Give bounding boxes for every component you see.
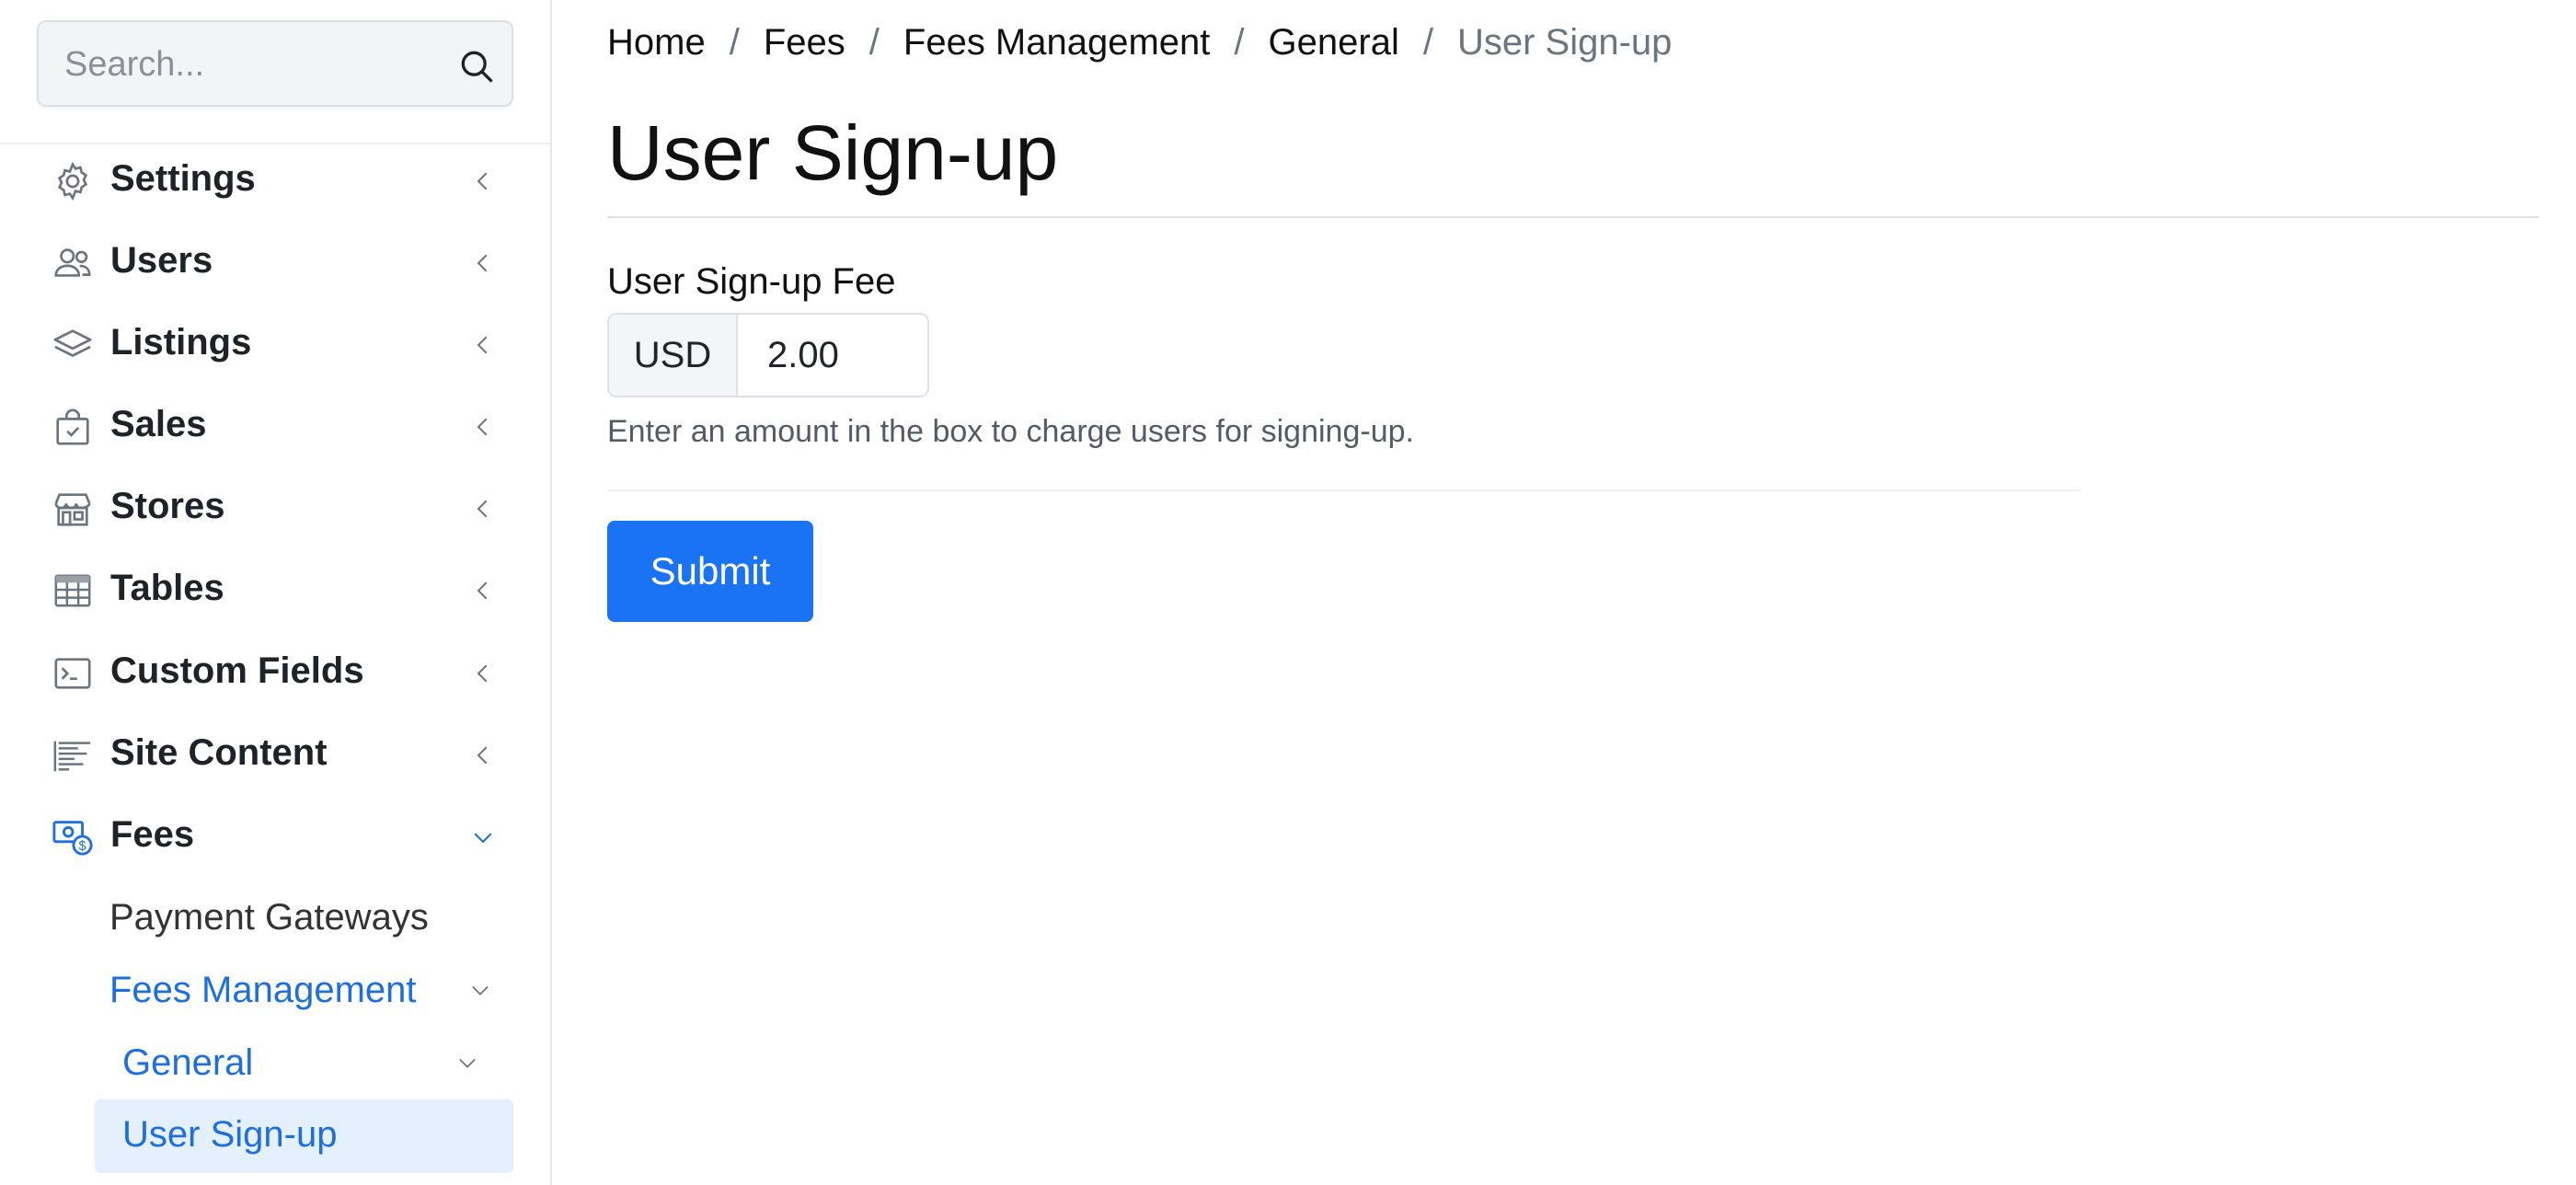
breadcrumb: Home / Fees / Fees Management / General … (607, 22, 1672, 63)
search-icon[interactable] (456, 46, 497, 86)
fees-money-icon: $ (52, 821, 93, 856)
breadcrumb-current: User Sign-up (1456, 22, 1673, 63)
sidebar: Settings Users Listings Sa (0, 0, 552, 1185)
app: Settings Users Listings Sa (0, 0, 2576, 1185)
breadcrumb-separator: / (868, 22, 880, 63)
currency-prefix: USD (609, 315, 738, 396)
chevron-left-icon (477, 664, 488, 683)
chevron-left-icon (477, 336, 488, 354)
svg-text:$: $ (79, 839, 86, 854)
store-icon (54, 493, 91, 526)
sidebar-item-fees[interactable]: $ Fees (48, 805, 508, 869)
sidebar-item-site-content[interactable]: Site Content (48, 723, 508, 788)
sidebar-subitem-label: User Sign-up (122, 1114, 338, 1155)
signup-fee-input-group: USD (607, 313, 929, 397)
breadcrumb-separator: / (729, 22, 740, 63)
sidebar-item-label: Sales (110, 404, 207, 444)
chevron-left-icon (477, 172, 488, 190)
chevron-down-icon[interactable] (467, 977, 493, 1003)
signup-fee-input[interactable] (740, 315, 927, 396)
sidebar-item-label: Settings (110, 158, 256, 199)
gear-icon (57, 161, 88, 201)
signup-fee-help-text: Enter an amount in the box to charge use… (607, 414, 1414, 449)
sidebar-item-tables[interactable]: Tables (48, 558, 508, 623)
chevron-down-icon[interactable] (454, 1050, 480, 1076)
sidebar-subitem-general[interactable]: General (122, 1042, 253, 1084)
main-content: Home / Fees / Fees Management / General … (607, 0, 2539, 1185)
sidebar-item-label: Stores (110, 486, 225, 526)
sidebar-item-listings[interactable]: Listings (48, 313, 508, 377)
sidebar-subitem-user-signup[interactable]: User Sign-up (95, 1099, 513, 1173)
chevron-down-icon (474, 833, 492, 844)
form-divider (607, 489, 2081, 491)
page-title: User Sign-up (607, 109, 1059, 196)
signup-fee-label: User Sign-up Fee (607, 261, 896, 302)
breadcrumb-separator: / (1234, 22, 1245, 63)
sidebar-item-label: Listings (110, 322, 252, 362)
chevron-left-icon (477, 500, 488, 518)
sidebar-item-label: Custom Fields (110, 650, 364, 691)
search-input[interactable] (64, 40, 432, 88)
sidebar-item-label: Fees (110, 814, 195, 855)
sidebar-item-users[interactable]: Users (48, 231, 508, 295)
chevron-left-icon (477, 581, 488, 600)
chevron-left-icon (477, 418, 488, 436)
text-lines-icon (53, 741, 91, 772)
sidebar-item-custom-fields[interactable]: Custom Fields (48, 641, 508, 706)
users-icon (54, 248, 91, 277)
breadcrumb-home[interactable]: Home (607, 22, 706, 63)
shopping-bag-check-icon (56, 408, 89, 445)
chevron-left-icon (477, 254, 488, 272)
sidebar-divider (0, 143, 550, 144)
chevron-left-icon (477, 746, 488, 765)
layers-icon (53, 329, 92, 357)
sidebar-subitem-fees-management[interactable]: Fees Management (109, 970, 417, 1011)
sidebar-item-label: Site Content (110, 732, 328, 773)
search-box (37, 20, 513, 107)
title-divider (607, 216, 2539, 218)
breadcrumb-general[interactable]: General (1269, 22, 1399, 63)
sidebar-item-sales[interactable]: Sales (48, 395, 508, 459)
breadcrumb-fees-management[interactable]: Fees Management (903, 22, 1211, 63)
table-icon (54, 574, 91, 607)
breadcrumb-fees[interactable]: Fees (764, 22, 845, 63)
submit-button[interactable]: Submit (607, 521, 813, 622)
sidebar-item-label: Tables (110, 568, 224, 608)
sidebar-item-settings[interactable]: Settings (48, 149, 508, 213)
breadcrumb-separator: / (1422, 22, 1433, 63)
sidebar-item-label: Users (110, 240, 213, 281)
sidebar-subitem-payment-gateways[interactable]: Payment Gateways (109, 897, 429, 938)
sidebar-item-stores[interactable]: Stores (48, 477, 508, 541)
terminal-icon (54, 658, 91, 689)
